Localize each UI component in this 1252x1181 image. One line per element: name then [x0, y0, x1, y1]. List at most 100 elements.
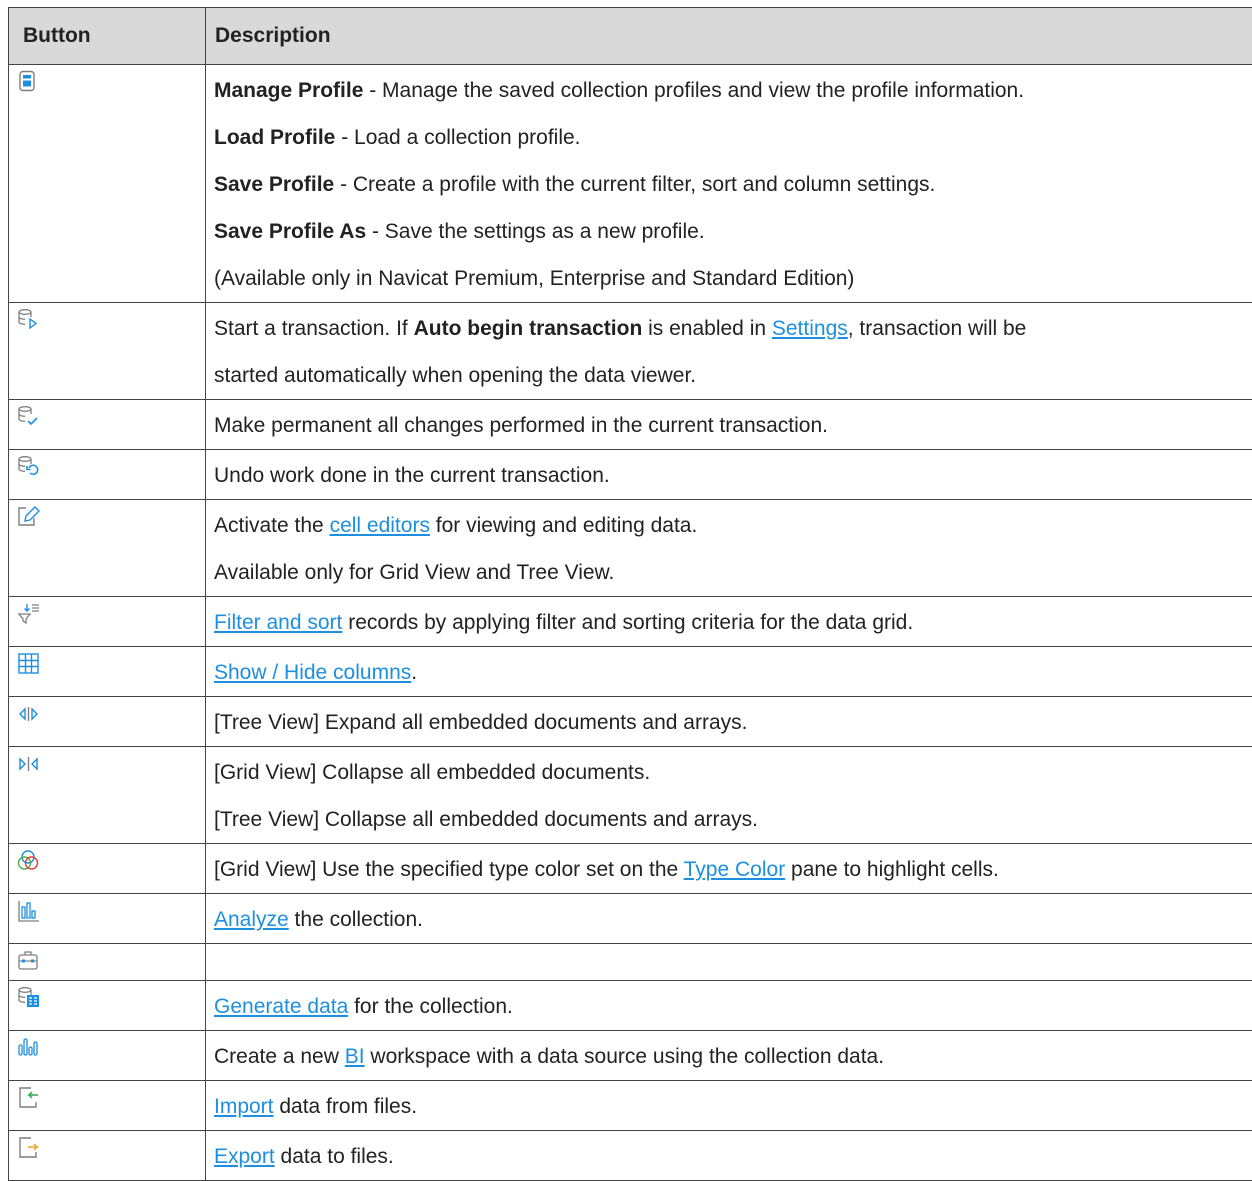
description-cell: Import data from files. [206, 1081, 1252, 1131]
button-cell [9, 747, 206, 844]
profile-calculator-icon[interactable] [17, 70, 41, 94]
description-text: . [411, 661, 417, 684]
description-cell: Export data to files. [206, 1131, 1252, 1181]
description-text: , transaction will be [848, 317, 1027, 340]
table-row: Analyze the collection. [9, 894, 1252, 944]
description-text: - Save the settings as a new profile. [366, 220, 705, 243]
table-row: Create a new BI workspace with a data so… [9, 1031, 1252, 1081]
description-cell: Analyze the collection. [206, 894, 1252, 944]
table-row: Import data from files. [9, 1081, 1252, 1131]
table-row: Start a transaction. If Auto begin trans… [9, 303, 1252, 400]
description-text: Start a transaction. If [214, 317, 414, 340]
link[interactable]: BI [345, 1045, 365, 1068]
description-line: Undo work done in the current transactio… [214, 452, 1252, 499]
button-cell [9, 1031, 206, 1081]
description-line: Export data to files. [214, 1133, 1252, 1180]
empty-line [214, 946, 1252, 980]
description-line: started automatically when opening the d… [214, 352, 1252, 399]
table-row: Filter and sort records by applying filt… [9, 597, 1252, 647]
toolbox-icon[interactable] [17, 949, 41, 973]
begin-transaction-icon[interactable] [17, 308, 41, 332]
description-line: Available only for Grid View and Tree Vi… [214, 549, 1252, 596]
table-row: Activate the cell editors for viewing an… [9, 500, 1252, 597]
description-line: Analyze the collection. [214, 896, 1252, 943]
table-row: Manage Profile - Manage the saved collec… [9, 65, 1252, 303]
description-text: Activate the [214, 514, 330, 537]
description-line: (Available only in Navicat Premium, Ente… [214, 255, 1252, 302]
description-text: [Tree View] Expand all embedded document… [214, 711, 747, 734]
link[interactable]: Export [214, 1145, 275, 1168]
description-text: for viewing and editing data. [430, 514, 697, 537]
button-description-table: Button Description Manage Profile - Mana… [8, 7, 1252, 1181]
export-icon[interactable] [17, 1136, 41, 1160]
button-cell [9, 844, 206, 894]
description-line: Manage Profile - Manage the saved collec… [214, 67, 1252, 114]
bi-icon[interactable] [17, 1036, 41, 1060]
link[interactable]: Filter and sort [214, 611, 342, 634]
analyze-icon[interactable] [17, 899, 41, 923]
table-row: [Grid View] Use the specified type color… [9, 844, 1252, 894]
description-cell: [Tree View] Expand all embedded document… [206, 697, 1252, 747]
description-text: records by applying filter and sorting c… [342, 611, 913, 634]
description-cell: [Grid View] Use the specified type color… [206, 844, 1252, 894]
description-text: the collection. [289, 908, 423, 931]
description-cell: Show / Hide columns. [206, 647, 1252, 697]
description-line: Save Profile As - Save the settings as a… [214, 208, 1252, 255]
description-text: data to files. [275, 1145, 394, 1168]
bold-term: Load Profile [214, 126, 335, 149]
link[interactable]: Show / Hide columns [214, 661, 411, 684]
description-line: Load Profile - Load a collection profile… [214, 114, 1252, 161]
rollback-icon[interactable] [17, 455, 41, 479]
description-text: started automatically when opening the d… [214, 364, 696, 387]
description-text: [Grid View] Collapse all embedded docume… [214, 761, 650, 784]
description-line: Import data from files. [214, 1083, 1252, 1130]
button-cell [9, 450, 206, 500]
description-line: [Tree View] Collapse all embedded docume… [214, 796, 1252, 843]
collapse-all-icon[interactable] [17, 752, 41, 776]
button-cell [9, 65, 206, 303]
link[interactable]: Settings [772, 317, 848, 340]
edit-icon[interactable] [17, 505, 41, 529]
button-cell [9, 597, 206, 647]
bold-term: Auto begin transaction [414, 317, 643, 340]
button-cell [9, 500, 206, 597]
table-row: Export data to files. [9, 1131, 1252, 1181]
table-row: [Grid View] Collapse all embedded docume… [9, 747, 1252, 844]
description-cell: Manage Profile - Manage the saved collec… [206, 65, 1252, 303]
description-line: Filter and sort records by applying filt… [214, 599, 1252, 646]
filter-sort-icon[interactable] [17, 602, 41, 626]
bold-term: Manage Profile [214, 79, 363, 102]
description-cell: Filter and sort records by applying filt… [206, 597, 1252, 647]
description-cell: [Grid View] Collapse all embedded docume… [206, 747, 1252, 844]
link[interactable]: Import [214, 1095, 274, 1118]
description-text: Make permanent all changes performed in … [214, 414, 828, 437]
button-cell [9, 944, 206, 981]
bold-term: Save Profile As [214, 220, 366, 243]
link[interactable]: Type Color [684, 858, 786, 881]
description-cell: Start a transaction. If Auto begin trans… [206, 303, 1252, 400]
description-line: Save Profile - Create a profile with the… [214, 161, 1252, 208]
description-text: (Available only in Navicat Premium, Ente… [214, 267, 854, 290]
button-cell [9, 1081, 206, 1131]
button-cell [9, 894, 206, 944]
description-text: Create a new [214, 1045, 345, 1068]
generate-data-icon[interactable] [17, 986, 41, 1010]
columns-icon[interactable] [17, 652, 41, 676]
description-text: is enabled in [642, 317, 772, 340]
link[interactable]: Analyze [214, 908, 289, 931]
table-header-row: Button Description [9, 8, 1252, 65]
description-line: Show / Hide columns. [214, 649, 1252, 696]
header-description: Description [206, 8, 1252, 65]
header-button: Button [9, 8, 206, 65]
commit-icon[interactable] [17, 405, 41, 429]
expand-all-icon[interactable] [17, 702, 41, 726]
button-cell [9, 647, 206, 697]
import-icon[interactable] [17, 1086, 41, 1110]
description-line: [Tree View] Expand all embedded document… [214, 699, 1252, 746]
type-color-icon[interactable] [17, 849, 41, 873]
button-cell [9, 697, 206, 747]
button-cell [9, 400, 206, 450]
link[interactable]: Generate data [214, 995, 348, 1018]
description-text: [Tree View] Collapse all embedded docume… [214, 808, 758, 831]
link[interactable]: cell editors [330, 514, 430, 537]
